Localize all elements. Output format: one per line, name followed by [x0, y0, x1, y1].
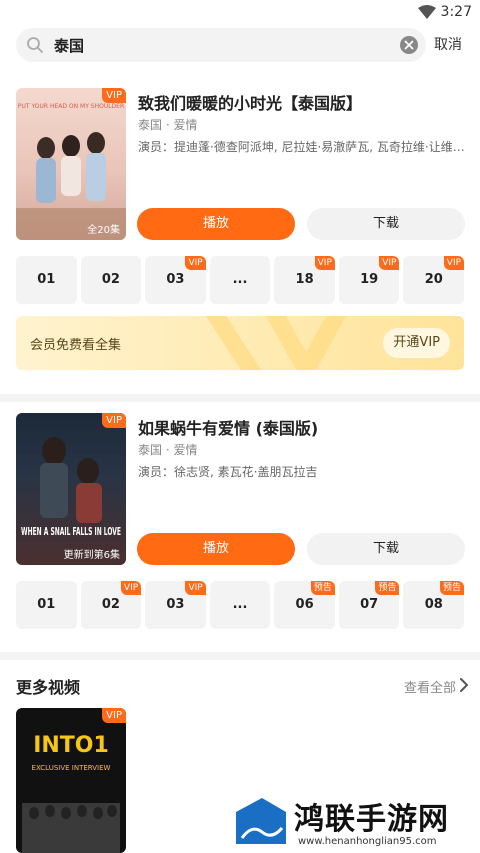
vip-tag: VIP	[120, 581, 142, 595]
section-divider	[0, 652, 480, 660]
preview-tag: 预告	[375, 581, 400, 595]
episode-update: 更新到第6集	[63, 550, 120, 561]
status-time: 3:27	[440, 4, 472, 20]
download-button[interactable]: 下载	[307, 208, 465, 240]
more-videos-title: 更多视频	[16, 678, 81, 697]
result-cast: 演员：徐志贤, 素瓦花·盖朋瓦拉吉	[138, 465, 318, 479]
episode-button[interactable]: 02 VIP	[80, 581, 142, 629]
episode-button[interactable]: 08 预告	[403, 581, 465, 629]
more-video-poster[interactable]: INTO1 EXCLUSIVE INTERVIEW VIP	[16, 708, 126, 853]
poster[interactable]: PUT YOUR HEAD ON MY SHOULDER VIP 全20集	[16, 88, 126, 240]
episode-count: 全20集	[87, 225, 120, 236]
preview-tag: 预告	[310, 581, 335, 595]
open-vip-button[interactable]: 开通VIP	[383, 328, 450, 358]
vip-banner-decoration	[206, 316, 346, 370]
vip-tag: VIP	[379, 256, 400, 270]
search-input[interactable]	[54, 28, 384, 62]
episode-row: 01 02 VIP 03 VIP ... 06 预告 07 预告 08 预告	[16, 581, 465, 629]
episode-more-button[interactable]: ...	[209, 256, 271, 304]
poster-art-title: PUT YOUR HEAD ON MY SHOULDER	[18, 103, 124, 110]
play-button[interactable]: 播放	[137, 533, 295, 565]
episode-button[interactable]: 02	[80, 256, 142, 304]
chevron-right-icon[interactable]	[458, 678, 470, 692]
result-genre: 泰国 · 爱情	[138, 443, 198, 457]
episode-button[interactable]: 20 VIP	[403, 256, 465, 304]
play-button[interactable]: 播放	[137, 208, 295, 240]
episode-button[interactable]: 03 VIP	[145, 256, 206, 304]
preview-tag: 预告	[440, 581, 465, 595]
result-genre: 泰国 · 爱情	[138, 118, 198, 132]
episode-button[interactable]: 19 VIP	[338, 256, 400, 304]
episode-button[interactable]: 18 VIP	[274, 256, 335, 304]
vip-badge: VIP	[102, 413, 126, 428]
vip-badge: VIP	[102, 88, 126, 103]
watermark-logo	[236, 798, 286, 844]
site-watermark: 鸿联手游网 www.henanhonglian95.com	[232, 792, 480, 853]
poster-art-title: INTO1	[33, 733, 109, 758]
episode-button[interactable]: 01	[16, 256, 77, 304]
search-bar[interactable]	[16, 28, 426, 62]
cancel-button[interactable]: 取消	[434, 34, 462, 54]
vip-badge: VIP	[102, 708, 126, 723]
episode-more-button[interactable]: ...	[209, 581, 271, 629]
wifi-icon	[418, 5, 436, 19]
poster-art-subtitle: EXCLUSIVE INTERVIEW	[32, 764, 111, 772]
vip-banner-text: 会员免费看全集	[30, 338, 122, 353]
search-icon	[27, 37, 43, 53]
episode-button[interactable]: 06 预告	[274, 581, 335, 629]
result-title[interactable]: 致我们暖暖的小时光【泰国版】	[138, 90, 362, 114]
episode-button[interactable]: 07 预告	[338, 581, 400, 629]
watermark-brand: 鸿联手游网	[294, 802, 449, 837]
poster[interactable]: WHEN A SNAIL FALLS IN LOVE VIP 更新到第6集	[16, 413, 126, 565]
poster-art: PUT YOUR HEAD ON MY SHOULDER	[16, 103, 126, 240]
result-cast: 演员：提迪蓬·德查阿派坤, 尼拉娃·易澈萨瓦, 瓦奇拉维·让维…	[138, 140, 465, 154]
episode-button[interactable]: 01	[16, 581, 77, 629]
clear-icon[interactable]	[400, 36, 418, 54]
vip-tag: VIP	[314, 256, 335, 270]
poster-art: INTO1 EXCLUSIVE INTERVIEW	[22, 733, 120, 853]
download-button[interactable]: 下载	[307, 533, 465, 565]
vip-tag: VIP	[185, 581, 206, 595]
vip-tag: VIP	[185, 256, 206, 270]
episode-row: 01 02 03 VIP ... 18 VIP 19 VIP 20 VIP	[16, 256, 465, 304]
poster-art-title: WHEN A SNAIL FALLS IN LOVE	[21, 525, 121, 538]
view-all-link[interactable]: 查看全部	[404, 677, 456, 696]
poster-art: WHEN A SNAIL FALLS IN LOVE	[21, 437, 121, 538]
section-divider	[0, 394, 480, 402]
vip-banner[interactable]: 会员免费看全集 开通VIP	[16, 316, 464, 370]
vip-tag: VIP	[443, 256, 465, 270]
result-title[interactable]: 如果蜗牛有爱情 (泰国版)	[138, 415, 318, 439]
episode-button[interactable]: 03 VIP	[145, 581, 206, 629]
watermark-url: www.henanhonglian95.com	[298, 836, 437, 847]
status-bar: 3:27	[0, 0, 480, 24]
